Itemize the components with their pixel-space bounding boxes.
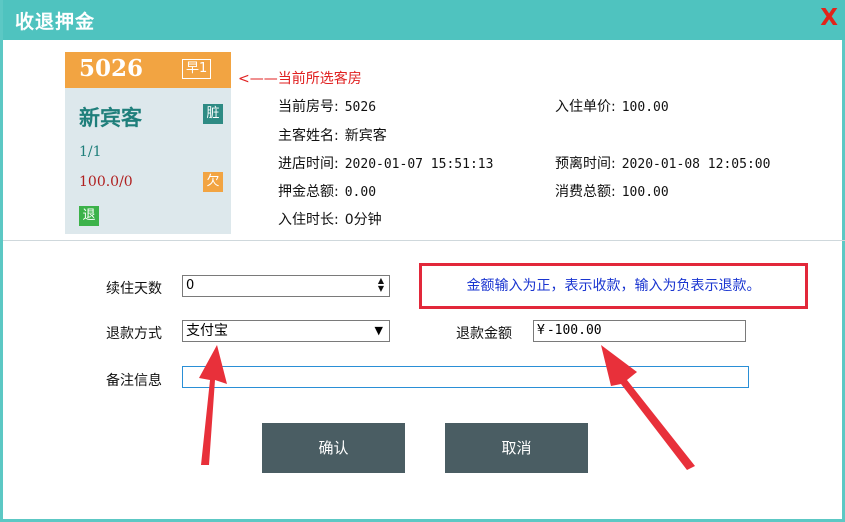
room-card-header: 5026 早1 bbox=[65, 52, 231, 88]
info-room-no-value: 5026 bbox=[344, 100, 377, 115]
info-guest-name-value: 新宾客 bbox=[344, 128, 387, 144]
info-unit-price: 入住单价: 100.00 bbox=[555, 96, 669, 116]
confirm-button[interactable]: 确认 bbox=[262, 423, 405, 473]
info-depart-time: 预离时间: 2020-01-08 12:05:00 bbox=[555, 153, 770, 173]
guest-count: 1/1 bbox=[79, 144, 102, 160]
info-deposit-label: 押金总额: bbox=[278, 184, 339, 200]
close-icon[interactable]: X bbox=[820, 5, 838, 31]
annotation-arrow-right bbox=[601, 345, 695, 470]
room-amount: 100.0/0 bbox=[79, 174, 133, 190]
spinner-icon[interactable]: ▲ ▼ bbox=[375, 277, 387, 295]
info-depart-label: 预离时间: bbox=[555, 156, 616, 172]
info-consume-total: 消费总额: 100.00 bbox=[555, 181, 669, 201]
remark-label: 备注信息 bbox=[106, 373, 162, 389]
extend-days-value: 0 bbox=[186, 278, 195, 293]
info-checkin-label: 进店时间: bbox=[278, 156, 339, 172]
refund-method-label: 退款方式 bbox=[106, 326, 162, 342]
amount-notice: 金额输入为正，表示收款，输入为负表示退款。 bbox=[419, 263, 808, 309]
divider bbox=[3, 240, 845, 241]
extend-days-input[interactable]: 0 ▲ ▼ bbox=[182, 275, 390, 297]
guest-name: 新宾客 bbox=[79, 106, 142, 130]
owe-badge: 欠 bbox=[203, 172, 223, 192]
room-card: 5026 早1 新宾客 脏 1/1 100.0/0 欠 退 bbox=[65, 52, 231, 234]
currency-symbol: ¥ bbox=[537, 323, 545, 338]
info-unit-price-label: 入住单价: bbox=[555, 99, 616, 115]
info-stay-value: 0分钟 bbox=[344, 212, 382, 228]
dialog-title: 收退押金 bbox=[15, 11, 96, 33]
info-room-no: 当前房号: 5026 bbox=[278, 96, 376, 116]
deposit-dialog: 收退押金 X 5026 早1 新宾客 脏 1/1 100.0/0 欠 退 <——… bbox=[0, 0, 845, 522]
info-deposit-total: 押金总额: 0.00 bbox=[278, 181, 376, 201]
info-consume-label: 消费总额: bbox=[555, 184, 616, 200]
room-number: 5026 bbox=[79, 55, 144, 82]
annotation-arrow-left bbox=[199, 345, 227, 465]
info-depart-value: 2020-01-08 12:05:00 bbox=[621, 157, 771, 172]
info-unit-price-value: 100.00 bbox=[621, 100, 669, 115]
info-checkin-value: 2020-01-07 15:51:13 bbox=[344, 157, 494, 172]
return-badge: 退 bbox=[79, 206, 99, 226]
breakfast-tag: 早1 bbox=[182, 59, 212, 79]
info-guest-name: 主客姓名: 新宾客 bbox=[278, 125, 387, 145]
refund-method-value: 支付宝 bbox=[186, 323, 228, 339]
info-checkin-time: 进店时间: 2020-01-07 15:51:13 bbox=[278, 153, 493, 173]
info-consume-value: 100.00 bbox=[621, 185, 669, 200]
info-stay-duration: 入住时长: 0分钟 bbox=[278, 209, 382, 229]
title-bar: 收退押金 X bbox=[3, 0, 845, 40]
chevron-down-icon[interactable]: ▼ bbox=[375, 321, 383, 341]
refund-method-select[interactable]: 支付宝 ▼ bbox=[182, 320, 390, 342]
current-room-note: <——当前所选客房 bbox=[238, 71, 362, 87]
info-deposit-value: 0.00 bbox=[344, 185, 377, 200]
info-room-no-label: 当前房号: bbox=[278, 99, 339, 115]
cancel-button[interactable]: 取消 bbox=[445, 423, 588, 473]
refund-amount-value: -100.00 bbox=[546, 323, 602, 338]
refund-amount-label: 退款金额 bbox=[456, 326, 512, 342]
refund-amount-input[interactable]: ¥ -100.00 bbox=[533, 320, 746, 342]
info-guest-name-label: 主客姓名: bbox=[278, 128, 339, 144]
dirty-badge: 脏 bbox=[203, 104, 223, 124]
info-stay-label: 入住时长: bbox=[278, 212, 339, 228]
extend-days-label: 续住天数 bbox=[106, 281, 162, 297]
